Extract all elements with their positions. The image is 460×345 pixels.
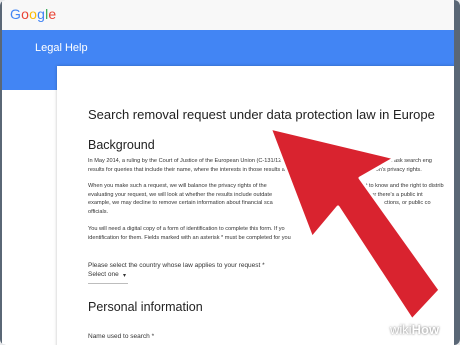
logo-letter: e bbox=[48, 6, 57, 22]
background-paragraph-1: In May 2014, a ruling by the Court of Ju… bbox=[88, 157, 454, 174]
country-select[interactable]: Select one ▾ bbox=[88, 271, 128, 284]
personal-information-heading: Personal information bbox=[88, 300, 203, 314]
country-label: Please select the country whose law appl… bbox=[88, 262, 265, 269]
paragraph-line: results for queries that include their n… bbox=[88, 166, 422, 173]
google-header: Google bbox=[2, 0, 454, 31]
logo-letter: o bbox=[21, 6, 30, 22]
logo-letter: o bbox=[29, 6, 38, 22]
chevron-down-icon: ▾ bbox=[122, 273, 126, 279]
paragraph-line: identification for them. Fields marked w… bbox=[88, 234, 291, 241]
name-field-label: Name used to search * bbox=[88, 333, 155, 340]
legal-help-title[interactable]: Legal Help bbox=[35, 42, 88, 54]
paragraph-line: When you make such a request, we will ba… bbox=[88, 183, 444, 189]
page-title: Search removal request under data protec… bbox=[88, 107, 435, 122]
logo-letter: g bbox=[37, 6, 46, 22]
background-paragraph-3: You will need a digital copy of a form o… bbox=[88, 225, 454, 242]
logo-letter: G bbox=[10, 6, 22, 22]
country-select-value: Select one bbox=[88, 271, 119, 278]
paragraph-line: officials. bbox=[88, 208, 109, 215]
browser-screen: Google Legal Help Search removal request… bbox=[2, 0, 454, 345]
paragraph-line: example, we may decline to remove certai… bbox=[88, 200, 431, 207]
google-logo[interactable]: Google bbox=[10, 6, 56, 22]
paragraph-line: You will need a digital copy of a form o… bbox=[88, 226, 285, 232]
background-paragraph-2: When you make such a request, we will ba… bbox=[88, 182, 454, 216]
background-heading: Background bbox=[88, 138, 155, 152]
paragraph-line: In May 2014, a ruling by the Court of Ju… bbox=[88, 158, 432, 164]
wikihow-watermark: wikiHow bbox=[390, 322, 440, 337]
paragraph-line: evaluating your request, we will look at… bbox=[88, 191, 423, 198]
monitor-frame: Google Legal Help Search removal request… bbox=[0, 0, 460, 345]
